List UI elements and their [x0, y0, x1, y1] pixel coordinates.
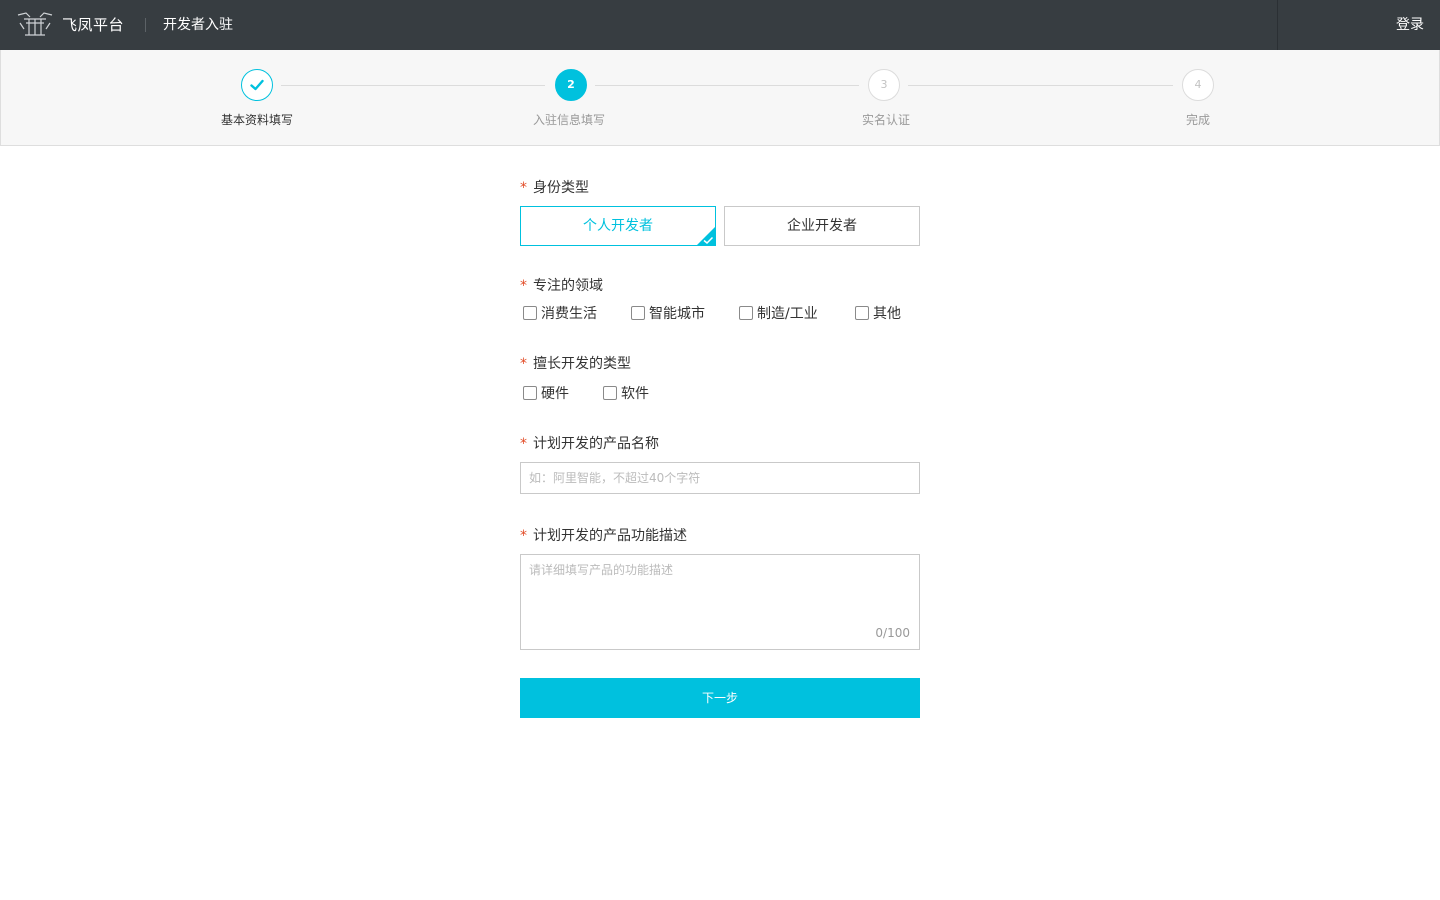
step-progress-bar: 2 3 4 基本资料填写 入驻信息填写 实名认证 完成 — [0, 50, 1440, 146]
char-counter: 0/100 — [875, 626, 910, 640]
required-mark: * — [520, 528, 527, 544]
dev-type-option-hardware[interactable]: 硬件 — [523, 383, 569, 403]
check-icon — [703, 236, 714, 245]
domain-option-smart-city[interactable]: 智能城市 — [631, 303, 705, 323]
required-mark: * — [520, 180, 527, 196]
checkbox-label: 消费生活 — [541, 306, 597, 322]
step-4-label: 完成 — [1185, 113, 1210, 127]
checkmark-icon — [250, 79, 264, 91]
enterprise-developer-option[interactable]: 企业开发者 — [724, 206, 920, 246]
brand-name: 飞凤平台 — [62, 16, 125, 34]
step-3-label: 实名认证 — [861, 113, 910, 127]
enterprise-developer-label: 企业开发者 — [787, 218, 857, 234]
domain-text: 专注的领域 — [533, 278, 603, 294]
personal-developer-option[interactable]: 个人开发者 — [520, 206, 716, 246]
domain-option-manufacturing[interactable]: 制造/工业 — [739, 303, 818, 323]
checkbox-label: 制造/工业 — [757, 306, 818, 322]
step-1-circle — [241, 69, 273, 101]
checkbox-label: 智能城市 — [649, 306, 705, 322]
checkbox[interactable] — [739, 306, 753, 320]
required-mark: * — [520, 436, 527, 452]
product-name-input[interactable] — [520, 462, 920, 494]
checkbox[interactable] — [523, 306, 537, 320]
domain-label: * 专注的领域 — [520, 275, 603, 295]
page-subtitle: 开发者入驻 — [163, 17, 233, 33]
checkbox-label: 其他 — [873, 306, 901, 322]
dev-type-option-software[interactable]: 软件 — [603, 383, 649, 403]
checkbox-label: 硬件 — [541, 386, 569, 402]
product-name-text: 计划开发的产品名称 — [533, 436, 659, 452]
platform-logo-icon — [17, 12, 53, 36]
header-divider — [145, 18, 146, 32]
identity-type-label: * 身份类型 — [520, 177, 589, 197]
step-4-circle: 4 — [1182, 69, 1214, 101]
identity-type-text: 身份类型 — [533, 180, 589, 196]
dev-type-label: * 擅长开发的类型 — [520, 353, 631, 373]
required-mark: * — [520, 278, 527, 294]
step-connector — [281, 85, 545, 86]
step-connector — [908, 85, 1173, 86]
dev-type-text: 擅长开发的类型 — [533, 356, 631, 372]
checkbox[interactable] — [603, 386, 617, 400]
product-desc-text: 计划开发的产品功能描述 — [533, 528, 687, 544]
step-3-circle: 3 — [868, 69, 900, 101]
step-1-label: 基本资料填写 — [220, 113, 293, 127]
checkbox[interactable] — [855, 306, 869, 320]
checkbox[interactable] — [631, 306, 645, 320]
top-navbar: 飞凤平台 开发者入驻 登录 — [0, 0, 1440, 50]
required-mark: * — [520, 356, 527, 372]
checkbox[interactable] — [523, 386, 537, 400]
header-separator — [1277, 0, 1278, 50]
login-link[interactable]: 登录 — [1396, 0, 1424, 50]
next-step-button[interactable]: 下一步 — [520, 678, 920, 718]
product-desc-label: * 计划开发的产品功能描述 — [520, 525, 687, 545]
domain-option-other[interactable]: 其他 — [855, 303, 901, 323]
product-name-label: * 计划开发的产品名称 — [520, 433, 659, 453]
step-connector — [595, 85, 859, 86]
domain-option-consumer[interactable]: 消费生活 — [523, 303, 597, 323]
step-2-circle: 2 — [555, 69, 587, 101]
personal-developer-label: 个人开发者 — [583, 218, 653, 234]
checkbox-label: 软件 — [621, 386, 649, 402]
step-2-label: 入驻信息填写 — [532, 113, 605, 127]
